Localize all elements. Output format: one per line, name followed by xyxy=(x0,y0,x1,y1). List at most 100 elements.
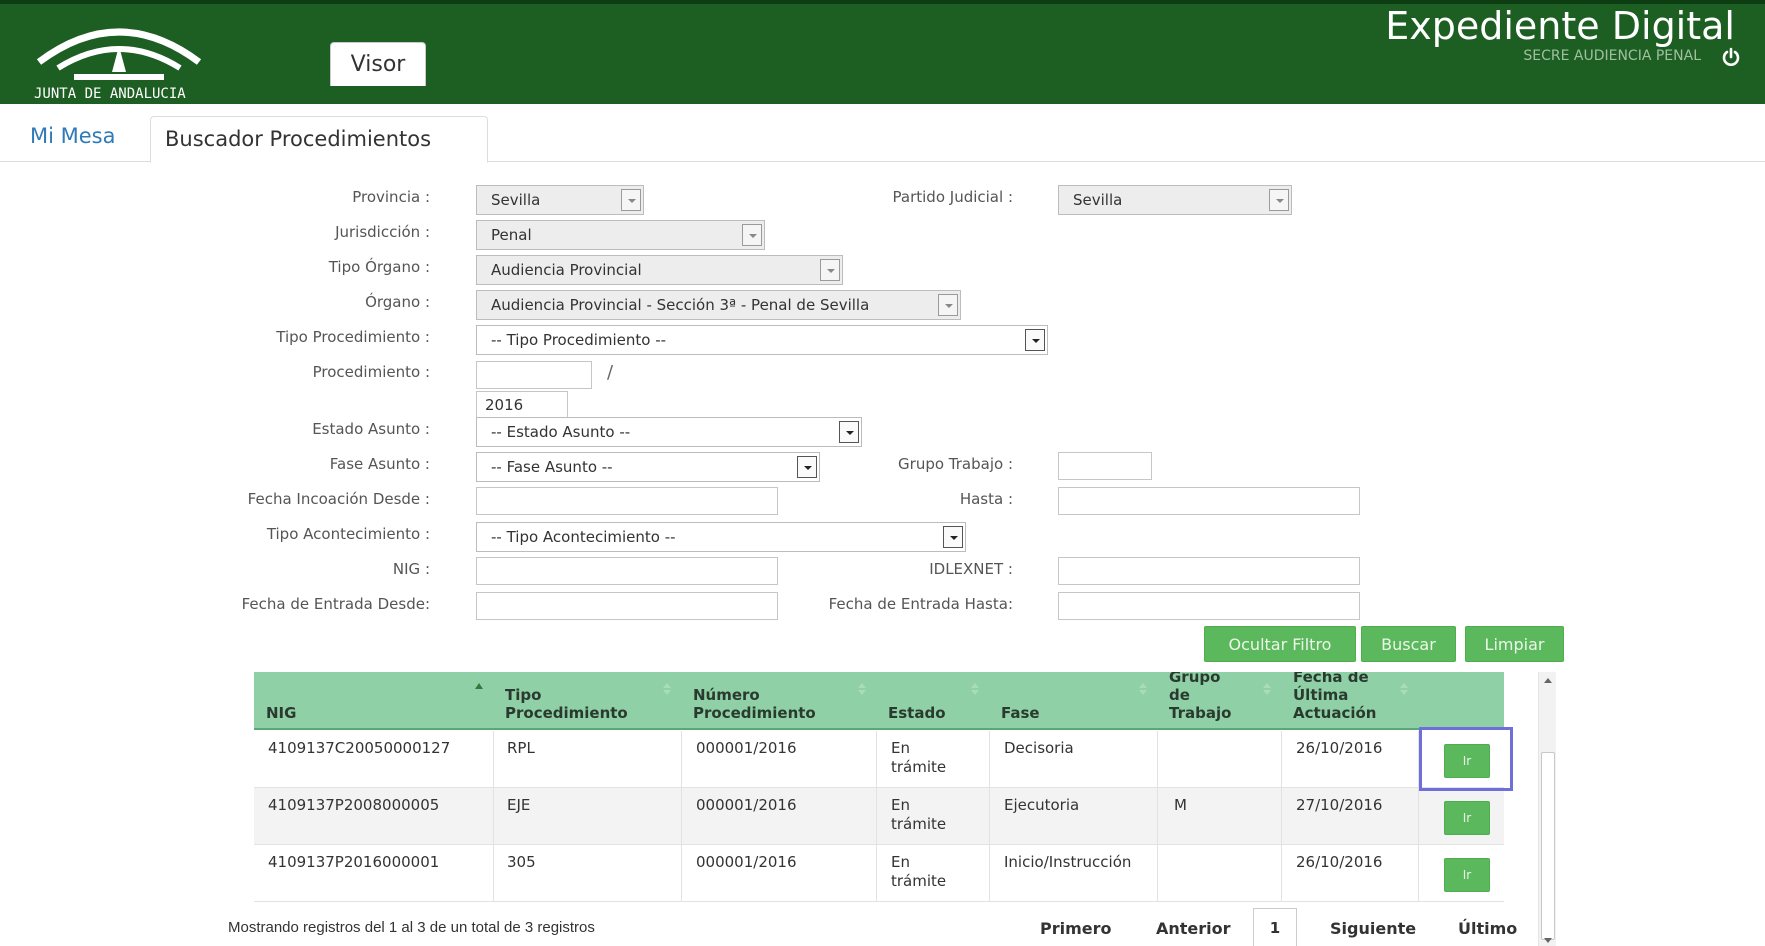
organo-label: Órgano : xyxy=(365,293,430,311)
tab-mi-mesa[interactable]: Mi Mesa xyxy=(30,124,115,148)
pagination-previous[interactable]: Anterior xyxy=(1156,919,1231,938)
scroll-thumb[interactable] xyxy=(1541,752,1555,940)
table-row: 4109137P2016000001 305 000001/2016 En trá… xyxy=(254,845,1504,902)
tipo-acontecimiento-value: -- Tipo Acontecimiento -- xyxy=(491,528,676,546)
cell-tipo: EJE xyxy=(507,796,531,814)
grupo-trabajo-label: Grupo Trabajo : xyxy=(898,455,1013,473)
column-header-fase[interactable]: Fase xyxy=(989,672,1157,730)
buscar-button[interactable]: Buscar xyxy=(1361,626,1456,662)
user-name: SECRE AUDIENCIA PENAL xyxy=(1523,48,1701,64)
fecha-entrada-desde-label: Fecha de Entrada Desde: xyxy=(241,595,430,613)
column-fase-label: Fase xyxy=(1001,704,1040,722)
tipo-procedimiento-select[interactable]: -- Tipo Procedimiento -- xyxy=(476,325,1048,355)
power-icon[interactable] xyxy=(1721,47,1741,67)
cell-tipo: RPL xyxy=(507,739,535,757)
cell-numero: 000001/2016 xyxy=(696,853,797,871)
idlexnet-label: IDLEXNET : xyxy=(929,560,1013,578)
pagination-first[interactable]: Primero xyxy=(1040,919,1112,938)
cell-fecha: 26/10/2016 xyxy=(1296,853,1383,871)
column-header-tipo[interactable]: Tipo Procedimiento xyxy=(493,672,681,730)
partido-judicial-select[interactable]: Sevilla xyxy=(1058,185,1292,215)
jurisdiccion-select[interactable]: Penal xyxy=(476,220,765,250)
provincia-value: Sevilla xyxy=(491,191,541,209)
organo-select[interactable]: Audiencia Provincial - Sección 3ª - Pena… xyxy=(476,290,961,320)
tipo-organo-value: Audiencia Provincial xyxy=(491,261,642,279)
ir-button[interactable]: Ir xyxy=(1444,801,1490,835)
tipo-procedimiento-label: Tipo Procedimiento : xyxy=(276,328,430,346)
jurisdiccion-value: Penal xyxy=(491,226,532,244)
ocultar-filtro-button[interactable]: Ocultar Filtro xyxy=(1204,626,1356,662)
cell-numero: 000001/2016 xyxy=(696,796,797,814)
column-grupo-label: Grupo de Trabajo xyxy=(1169,672,1232,722)
fecha-entrada-desde-input[interactable] xyxy=(476,592,778,620)
column-header-fecha[interactable]: Fecha de Última Actuación xyxy=(1281,672,1418,730)
cell-numero: 000001/2016 xyxy=(696,739,797,757)
app-header: JUNTA DE ANDALUCIA Visor Expediente Digi… xyxy=(0,0,1765,104)
cell-fase: Inicio/Instrucción xyxy=(1004,853,1132,871)
visor-tab[interactable]: Visor xyxy=(330,42,426,86)
main-tabs: Mi Mesa Buscador Procedimientos xyxy=(0,110,1765,163)
organo-value: Audiencia Provincial - Sección 3ª - Pena… xyxy=(491,296,870,314)
estado-asunto-label: Estado Asunto : xyxy=(312,420,430,438)
table-row: 4109137P2008000005 EJE 000001/2016 En trá… xyxy=(254,788,1504,845)
fase-asunto-label: Fase Asunto : xyxy=(329,455,430,473)
hasta-input[interactable] xyxy=(1058,487,1360,515)
partido-judicial-label: Partido Judicial : xyxy=(892,188,1013,206)
partido-judicial-value: Sevilla xyxy=(1073,191,1123,209)
estado-asunto-value: -- Estado Asunto -- xyxy=(491,423,631,441)
fase-asunto-select[interactable]: -- Fase Asunto -- xyxy=(476,452,820,482)
scroll-down-icon[interactable] xyxy=(1544,938,1552,943)
column-header-nig[interactable]: NIG xyxy=(254,672,493,730)
idlexnet-input[interactable] xyxy=(1058,557,1360,585)
jurisdiccion-label: Jurisdicción : xyxy=(335,223,430,241)
procedimiento-label: Procedimiento : xyxy=(312,363,430,381)
limpiar-button[interactable]: Limpiar xyxy=(1465,626,1564,662)
column-estado-label: Estado xyxy=(888,704,946,722)
pagination-last[interactable]: Último xyxy=(1458,919,1517,938)
column-tipo-label: Tipo Procedimiento xyxy=(505,686,628,722)
records-info: Mostrando registros del 1 al 3 de un tot… xyxy=(228,919,595,936)
cell-estado: En trámite xyxy=(891,739,947,776)
cell-fase: Ejecutoria xyxy=(1004,796,1080,814)
estado-asunto-select[interactable]: -- Estado Asunto -- xyxy=(476,417,862,447)
column-header-actions xyxy=(1418,672,1504,730)
pagination-current-page[interactable]: 1 xyxy=(1253,908,1297,946)
tipo-organo-select[interactable]: Audiencia Provincial xyxy=(476,255,843,285)
column-header-numero[interactable]: Número Procedimiento xyxy=(681,672,876,730)
scroll-up-icon[interactable] xyxy=(1544,678,1552,683)
nig-input[interactable] xyxy=(476,557,778,585)
cell-nig: 4109137P2016000001 xyxy=(268,853,440,871)
chevron-down-icon xyxy=(938,294,958,316)
chevron-down-icon xyxy=(820,259,840,281)
tipo-acontecimiento-select[interactable]: -- Tipo Acontecimiento -- xyxy=(476,522,966,552)
sort-icon xyxy=(971,683,979,695)
fecha-incoacion-desde-input[interactable] xyxy=(476,487,778,515)
chevron-down-icon xyxy=(797,456,817,478)
cell-estado: En trámite xyxy=(891,853,947,890)
fecha-entrada-hasta-input[interactable] xyxy=(1058,592,1360,620)
column-nig-label: NIG xyxy=(266,704,297,722)
chevron-down-icon xyxy=(621,189,641,211)
chevron-down-icon xyxy=(839,421,859,443)
ir-button[interactable]: Ir xyxy=(1444,858,1490,892)
pagination-next[interactable]: Siguiente xyxy=(1330,919,1416,938)
sort-icon xyxy=(663,683,671,695)
procedimiento-year-input[interactable]: 2016 xyxy=(476,391,568,419)
hasta-label: Hasta : xyxy=(959,490,1013,508)
provincia-label: Provincia : xyxy=(352,188,430,206)
column-fecha-label: Fecha de Última Actuación xyxy=(1293,672,1377,722)
table-scrollbar[interactable] xyxy=(1538,672,1556,946)
column-header-grupo[interactable]: Grupo de Trabajo xyxy=(1157,672,1281,730)
tab-buscador-procedimientos[interactable]: Buscador Procedimientos xyxy=(150,116,488,163)
cell-tipo: 305 xyxy=(507,853,536,871)
sort-asc-icon xyxy=(475,683,483,689)
cell-nig: 4109137C20050000127 xyxy=(268,739,451,757)
procedimiento-number-input[interactable] xyxy=(476,361,592,389)
logo-arch-icon xyxy=(36,28,202,80)
sort-icon xyxy=(858,683,866,695)
table-header: NIG Tipo Procedimiento Número Procedimient… xyxy=(254,672,1504,730)
grupo-trabajo-input[interactable] xyxy=(1058,452,1152,480)
provincia-select[interactable]: Sevilla xyxy=(476,185,644,215)
tipo-acontecimiento-label: Tipo Acontecimiento : xyxy=(266,525,430,543)
column-header-estado[interactable]: Estado xyxy=(876,672,989,730)
